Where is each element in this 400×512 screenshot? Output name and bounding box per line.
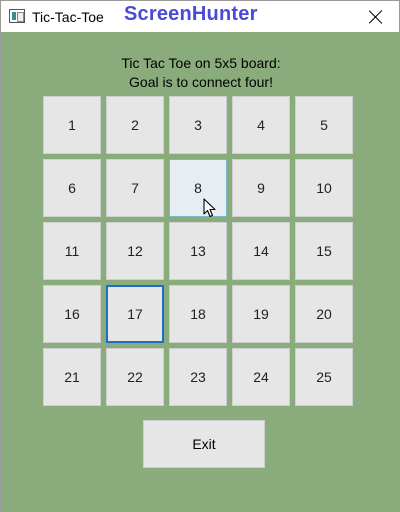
- board-cell-3[interactable]: 3: [169, 96, 227, 154]
- board-cell-5[interactable]: 5: [295, 96, 353, 154]
- instructions-line-2: Goal is to connect four!: [129, 74, 273, 90]
- close-icon: [369, 10, 383, 24]
- close-button[interactable]: [353, 1, 399, 32]
- board-cell-21[interactable]: 21: [43, 348, 101, 406]
- board-cell-22[interactable]: 22: [106, 348, 164, 406]
- title-bar[interactable]: Tic-Tac-Toe ScreenHunter: [1, 1, 399, 32]
- board-cell-19[interactable]: 19: [232, 285, 290, 343]
- board-cell-17[interactable]: 17: [106, 285, 164, 343]
- board-cell-10[interactable]: 10: [295, 159, 353, 217]
- board-cell-8[interactable]: 8: [169, 159, 227, 217]
- game-board: 1 2 3 4 5 6 7 8 9 10 11 12 13 14 15 16 17 18 19 20 21 22 23 24 2…: [43, 96, 353, 406]
- board-cell-6[interactable]: 6: [43, 159, 101, 217]
- board-cell-12[interactable]: 12: [106, 222, 164, 280]
- board-cell-25[interactable]: 25: [295, 348, 353, 406]
- board-cell-4[interactable]: 4: [232, 96, 290, 154]
- board-cell-23[interactable]: 23: [169, 348, 227, 406]
- board-cell-9[interactable]: 9: [232, 159, 290, 217]
- board-cell-16[interactable]: 16: [43, 285, 101, 343]
- app-window-icon: [9, 9, 25, 23]
- game-window: Tic-Tac-Toe ScreenHunter Tic Tac Toe on …: [0, 0, 400, 512]
- board-cell-1[interactable]: 1: [43, 96, 101, 154]
- board-cell-14[interactable]: 14: [232, 222, 290, 280]
- board-cell-18[interactable]: 18: [169, 285, 227, 343]
- mouse-pointer-icon: [203, 198, 216, 218]
- instructions-text: Tic Tac Toe on 5x5 board: Goal is to con…: [61, 54, 341, 92]
- board-cell-24[interactable]: 24: [232, 348, 290, 406]
- board-cell-13[interactable]: 13: [169, 222, 227, 280]
- board-cell-7[interactable]: 7: [106, 159, 164, 217]
- board-cell-20[interactable]: 20: [295, 285, 353, 343]
- screenhunter-watermark: ScreenHunter: [124, 3, 258, 25]
- window-title: Tic-Tac-Toe: [32, 9, 104, 25]
- board-cell-2[interactable]: 2: [106, 96, 164, 154]
- instructions-line-1: Tic Tac Toe on 5x5 board:: [121, 55, 281, 71]
- exit-button[interactable]: Exit: [143, 420, 265, 468]
- board-cell-11[interactable]: 11: [43, 222, 101, 280]
- board-cell-15[interactable]: 15: [295, 222, 353, 280]
